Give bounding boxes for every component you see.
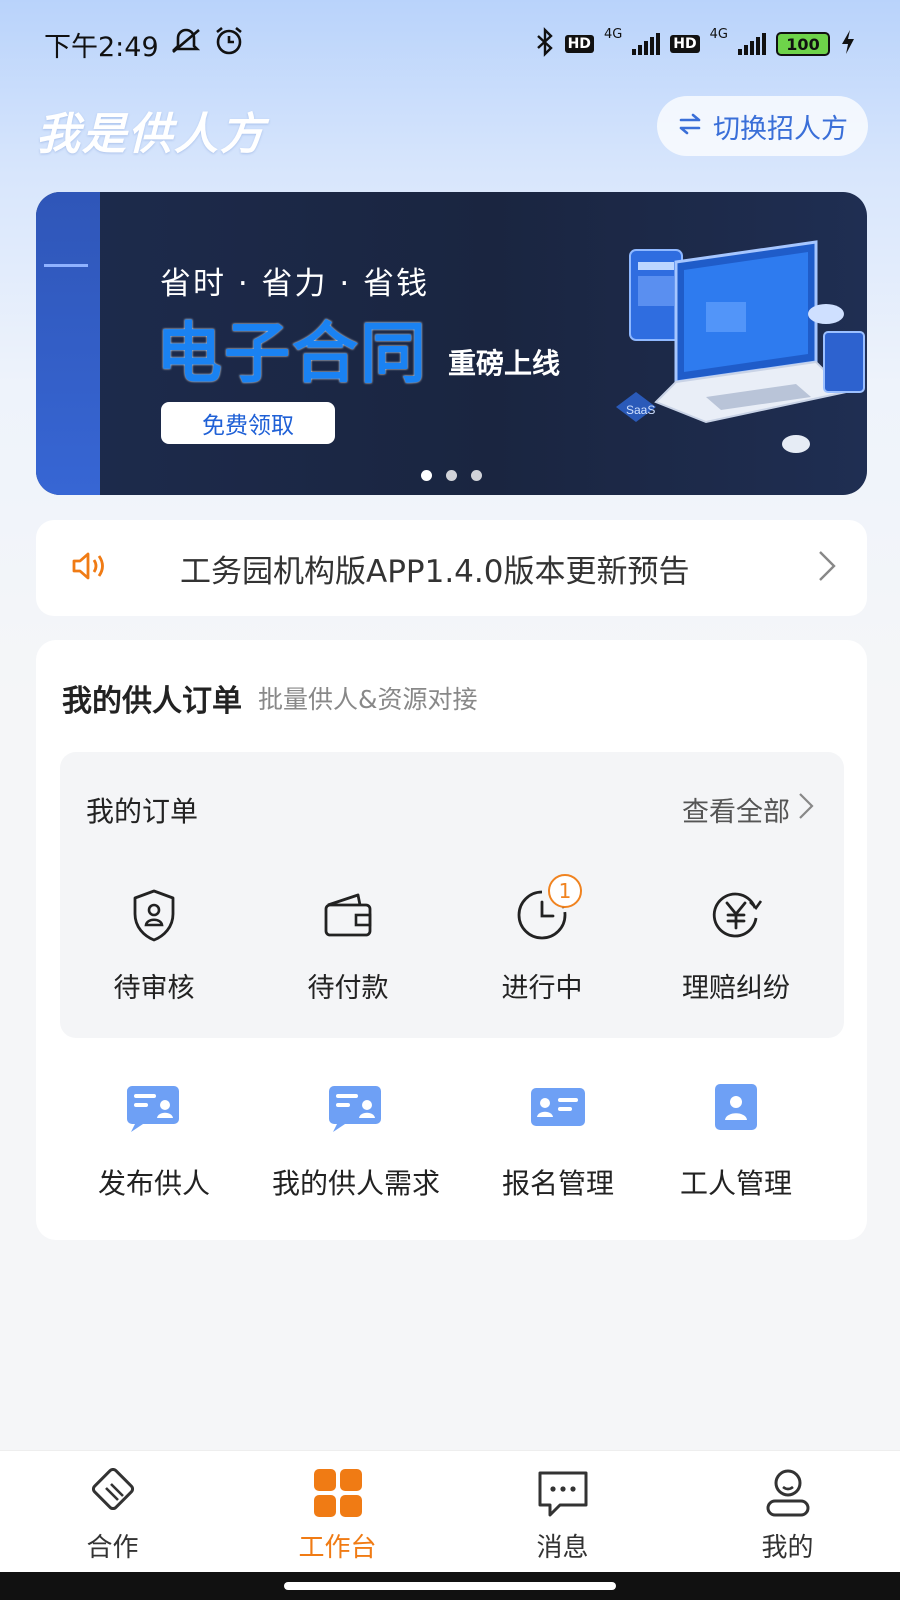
- worker-management-button[interactable]: 工人管理: [636, 1076, 836, 1202]
- switch-role-label: 切换招人方: [713, 113, 848, 145]
- my-supply-demand-button[interactable]: 我的供人需求: [256, 1076, 456, 1202]
- handshake-icon: [84, 1465, 142, 1521]
- bluetooth-icon: [535, 26, 555, 62]
- banner-tagline: 省时 · 省力 · 省钱: [160, 266, 430, 302]
- laptop-illustration: SaaS: [616, 240, 865, 453]
- battery-indicator: 100: [776, 32, 830, 56]
- swap-arrows-icon: [677, 111, 703, 142]
- view-all-label: 查看全部: [682, 797, 790, 828]
- publish-supply-button[interactable]: 发布供人: [54, 1076, 254, 1202]
- signal-icon-2: [738, 33, 766, 55]
- nav-item-messages[interactable]: 消息: [450, 1451, 675, 1572]
- switch-role-button[interactable]: 切换招人方: [657, 96, 868, 156]
- status-time: 下午2:49: [44, 31, 159, 63]
- order-status-claims-disputes[interactable]: 理赔纠纷: [656, 884, 816, 1005]
- network-label-2: 4G: [709, 26, 728, 42]
- mute-icon: [169, 26, 203, 63]
- network-label-1: 4G: [603, 26, 623, 42]
- section-subtitle: 批量供人&资源对接: [258, 685, 478, 714]
- my-supply-demand-label: 我的供人需求: [271, 1167, 440, 1200]
- pagination-dot[interactable]: [471, 470, 482, 481]
- order-status-in-progress[interactable]: 1 进行中: [462, 874, 622, 1005]
- chevron-right-icon: [817, 549, 837, 587]
- pagination-dot[interactable]: [421, 470, 432, 481]
- nav-item-cooperation[interactable]: 合作: [0, 1451, 225, 1572]
- hd-badge-2: HD: [670, 35, 700, 53]
- supply-orders-card: 我的供人订单 批量供人&资源对接 我的订单 查看全部 待审核 待付款 1 进行中…: [36, 640, 867, 1240]
- announcement-bar[interactable]: 工务园机构版APP1.4.0版本更新预告: [36, 520, 867, 616]
- order-status-pending-payment[interactable]: 待付款: [268, 884, 428, 1005]
- wallet-icon: [268, 884, 428, 946]
- nav-label: 消息: [536, 1533, 589, 1563]
- order-status-label: 理赔纠纷: [682, 973, 790, 1004]
- nav-item-profile[interactable]: 我的: [675, 1451, 900, 1572]
- grid-icon: [312, 1465, 364, 1521]
- clock-icon: 1: [462, 874, 622, 946]
- section-title: 我的供人订单: [62, 684, 242, 719]
- pagination-dot[interactable]: [446, 470, 457, 481]
- demand-card-icon: [256, 1076, 456, 1138]
- order-status-label: 待审核: [113, 973, 195, 1004]
- banner-pagination: [36, 470, 867, 481]
- order-status-label: 进行中: [501, 973, 583, 1004]
- nav-label: 我的: [761, 1533, 814, 1563]
- chat-icon: [536, 1465, 590, 1521]
- nav-label: 合作: [86, 1533, 139, 1563]
- worker-management-label: 工人管理: [679, 1167, 792, 1200]
- my-orders-title: 我的订单: [86, 795, 199, 828]
- order-status-pending-review[interactable]: 待审核: [74, 884, 234, 1005]
- yen-refresh-icon: [656, 884, 816, 946]
- my-orders-panel: 我的订单 查看全部 待审核 待付款 1 进行中 理赔纠纷: [60, 752, 844, 1038]
- system-gesture-bar: [0, 1572, 900, 1600]
- shield-person-icon: [74, 884, 234, 946]
- in-progress-count-badge: 1: [548, 874, 582, 908]
- user-icon: [763, 1465, 813, 1521]
- banner-subheadline: 重磅上线: [448, 347, 561, 380]
- chevron-right-icon: [798, 791, 814, 828]
- nav-item-workbench[interactable]: 工作台: [225, 1451, 450, 1572]
- banner-side-decoration: [36, 192, 100, 495]
- registration-management-button[interactable]: 报名管理: [458, 1076, 658, 1202]
- registration-management-label: 报名管理: [501, 1167, 614, 1200]
- publish-supply-label: 发布供人: [97, 1167, 210, 1200]
- worker-card-icon: [636, 1076, 836, 1138]
- status-bar: 下午2:49 HD 4G HD 4G 100: [0, 0, 900, 88]
- alarm-icon: [213, 25, 245, 64]
- promo-banner[interactable]: 省时 · 省力 · 省钱 电子合同 重磅上线 免费领取 SaaS: [36, 192, 867, 495]
- speaker-icon: [70, 549, 110, 587]
- banner-art-label: SaaS: [626, 403, 655, 417]
- bottom-navigation: 合作 工作台 消息 我的: [0, 1450, 900, 1572]
- id-card-icon: [458, 1076, 658, 1138]
- home-indicator[interactable]: [284, 1582, 616, 1590]
- publish-card-icon: [54, 1076, 254, 1138]
- order-status-label: 待付款: [307, 973, 389, 1004]
- banner-headline: 电子合同: [156, 315, 428, 392]
- announcement-text: 工务园机构版APP1.4.0版本更新预告: [180, 553, 690, 590]
- hd-badge-1: HD: [564, 35, 594, 53]
- view-all-orders-link[interactable]: 查看全部: [682, 790, 814, 829]
- page-title: 我是供人方: [36, 109, 266, 160]
- banner-cta-button[interactable]: 免费领取: [161, 402, 335, 444]
- nav-label: 工作台: [298, 1533, 377, 1563]
- charging-icon: [840, 29, 856, 60]
- signal-icon-1: [632, 33, 661, 55]
